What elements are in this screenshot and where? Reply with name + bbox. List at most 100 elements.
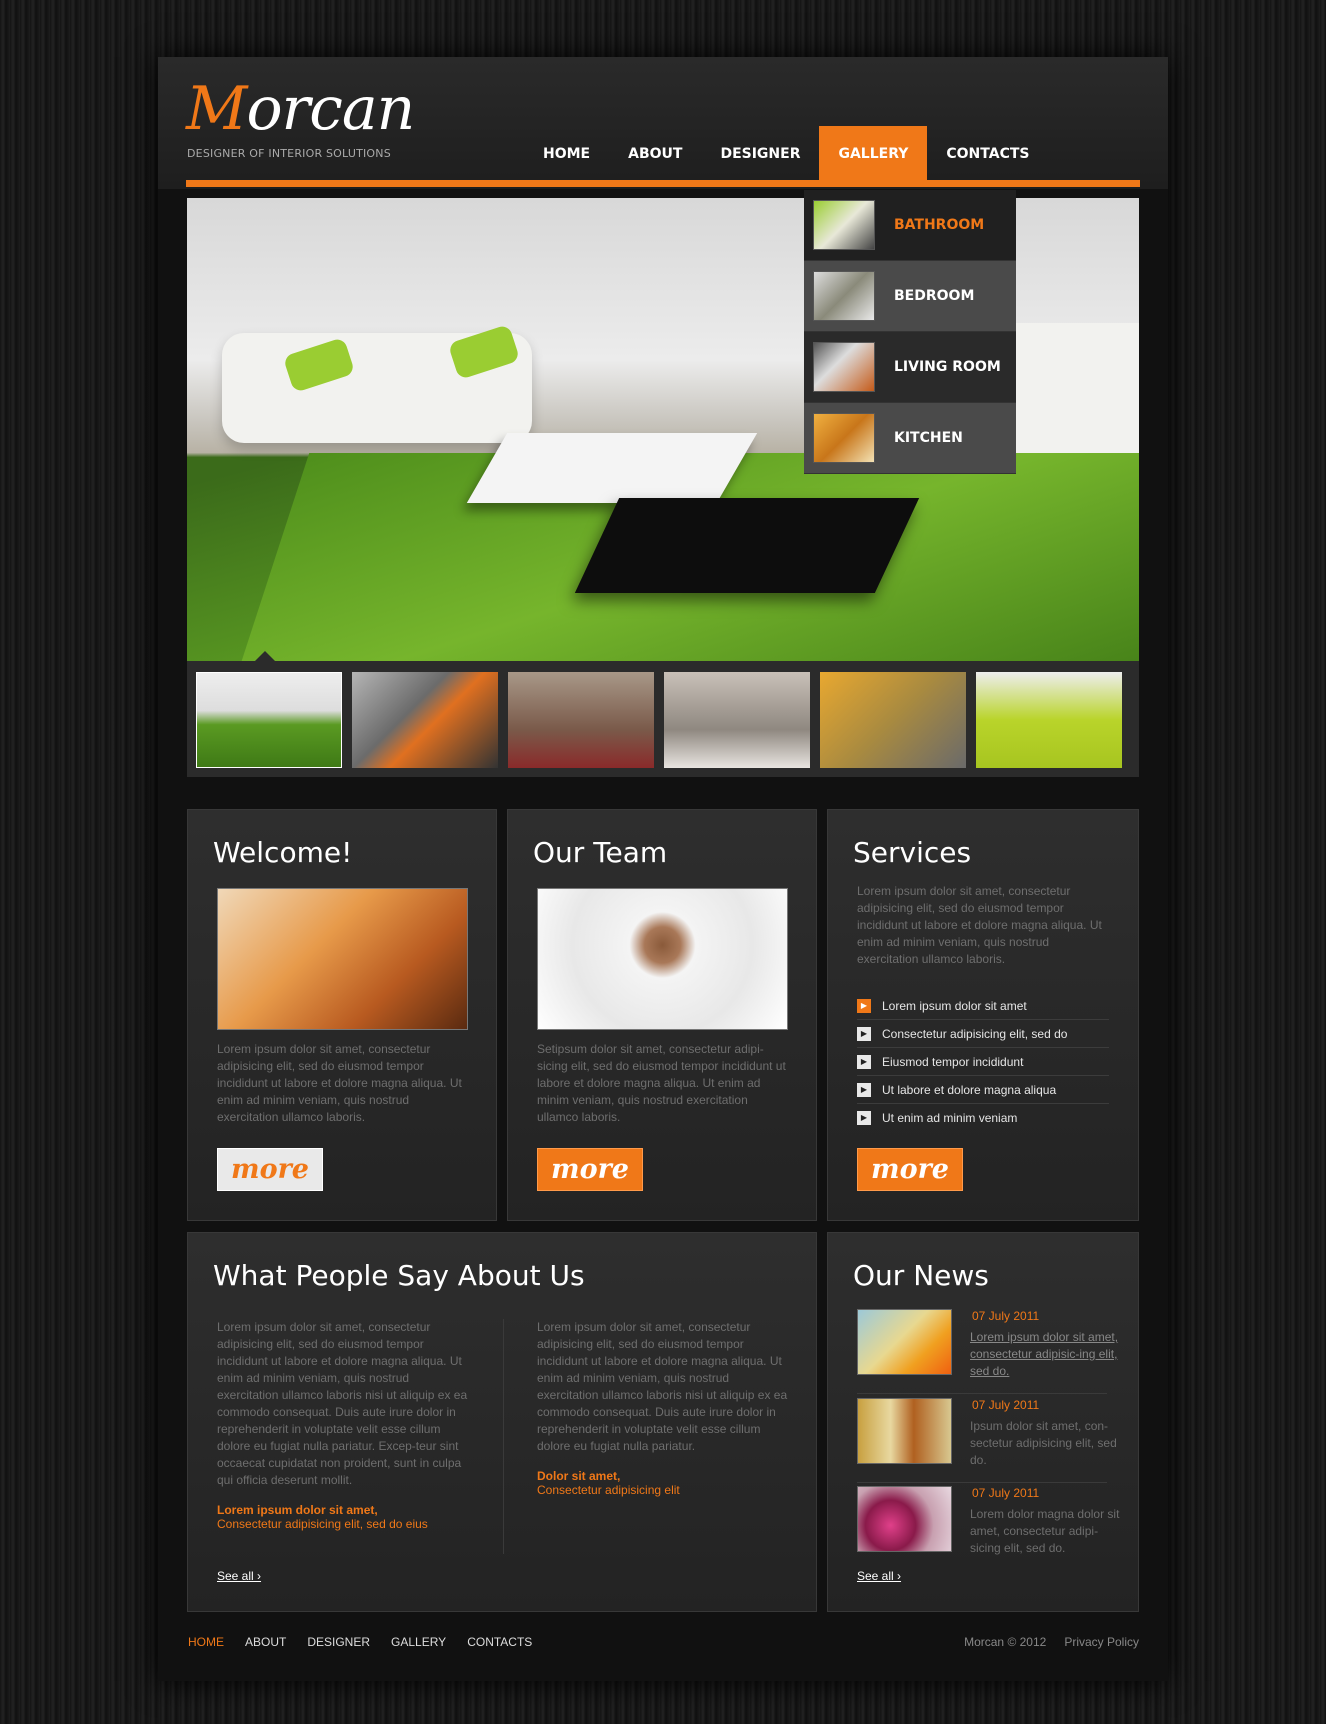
service-item[interactable]: ▶ Consectetur adipisicing elit, sed do [857,1020,1109,1048]
header: Morcan DESIGNER OF INTERIOR SOLUTIONS HO… [158,57,1168,189]
service-item[interactable]: ▶ Eiusmod tempor incididunt [857,1048,1109,1076]
active-thumb-arrow [255,651,275,661]
logo-initial: M [186,74,247,144]
thumbnail[interactable] [664,672,810,768]
service-label: Ut labore et dolore magna aliqua [882,1082,1057,1097]
arrow-right-icon: ▶ [857,1111,871,1125]
dropdown-item-bathroom[interactable]: BATHROOM [804,190,1016,261]
tagline: DESIGNER OF INTERIOR SOLUTIONS [187,147,391,160]
service-item[interactable]: ▶ Ut labore et dolore magna aliqua [857,1076,1109,1104]
thumbnail-strip [187,651,1139,777]
team-photo [537,888,788,1030]
thumbnail[interactable] [820,672,966,768]
welcome-panel: Welcome! Lorem ipsum dolor sit amet, con… [187,809,497,1221]
divider [503,1319,504,1554]
testimonials-see-all-link[interactable]: See all › [217,1569,261,1583]
nav-designer[interactable]: DESIGNER [701,126,819,183]
thumbnail[interactable] [196,672,342,768]
logo-rest: orcan [246,74,415,144]
team-title: Our Team [533,836,668,869]
nav-home[interactable]: HOME [524,126,609,183]
service-item[interactable]: ▶ Ut enim ad minim veniam [857,1104,1109,1132]
news-item[interactable]: 07 July 2011 Lorem ipsum dolor sit amet,… [857,1309,1118,1394]
news-see-all-link[interactable]: See all › [857,1569,901,1583]
news-thumb [857,1398,952,1464]
footer-nav-gallery[interactable]: GALLERY [391,1635,446,1649]
service-label: Ut enim ad minim veniam [882,1111,1018,1125]
welcome-text: Lorem ipsum dolor sit amet, consectetur … [217,1042,462,1124]
news-date: 07 July 2011 [972,1486,1040,1500]
logo[interactable]: Morcan [186,79,415,139]
footer: HOME ABOUT DESIGNER GALLERY CONTACTS Mor… [158,1625,1168,1681]
welcome-photo [217,888,468,1030]
news-thumb [857,1486,952,1552]
services-panel: Services Lorem ipsum dolor sit amet, con… [827,809,1139,1221]
thumbnail[interactable] [508,672,654,768]
services-text: Lorem ipsum dolor sit amet, consectetur … [857,884,1102,966]
nav-contacts[interactable]: CONTACTS [927,126,1048,183]
services-title: Services [853,836,972,869]
testimonials-panel: What People Say About Us Lorem ipsum dol… [187,1232,817,1612]
footer-nav: HOME ABOUT DESIGNER GALLERY CONTACTS [188,1635,532,1649]
nav-gallery[interactable]: GALLERY [819,126,928,183]
services-list: ▶ Lorem ipsum dolor sit amet ▶ Consectetur… [857,992,1109,1132]
dropdown-item-living-room[interactable]: LIVING ROOM [804,332,1016,403]
news-text: Ipsum dolor sit amet, con-sectetur adipi… [970,1419,1117,1467]
service-label: Consectetur adipisicing elit, sed do [882,1026,1068,1041]
dropdown-label: KITCHEN [894,430,963,446]
testimonial-text: Lorem ipsum dolor sit amet, consectetur … [537,1320,788,1453]
black-table [574,498,920,593]
arrow-right-icon: ▶ [857,1082,871,1097]
dropdown-label: BATHROOM [894,217,985,233]
white-table [466,433,758,503]
testimonial-author-sub: Consectetur adipisicing elit, sed do eiu… [217,1517,428,1531]
service-item[interactable]: ▶ Lorem ipsum dolor sit amet [857,992,1109,1020]
news-title: Our News [853,1259,989,1292]
main-nav: HOME ABOUT DESIGNER GALLERY CONTACTS [524,126,1048,183]
testimonial-author: Lorem ipsum dolor sit amet, [217,1503,378,1517]
dropdown-label: LIVING ROOM [894,359,1001,375]
welcome-title: Welcome! [213,836,353,869]
arrow-right-icon: ▶ [857,1054,871,1069]
testimonial-text: Lorem ipsum dolor sit amet, consectetur … [217,1320,468,1487]
dropdown-label: BEDROOM [894,288,975,304]
bathroom-thumb [813,200,875,250]
team-panel: Our Team Setipsum dolor sit amet, consec… [507,809,817,1221]
welcome-more-button[interactable]: more [217,1148,323,1191]
service-label: Lorem ipsum dolor sit amet [882,998,1027,1013]
testimonial-author: Dolor sit amet, [537,1469,621,1483]
arrow-right-icon: ▶ [857,1026,871,1041]
footer-nav-home[interactable]: HOME [188,1635,224,1649]
news-item[interactable]: 07 July 2011 Ipsum dolor sit amet, con-s… [857,1398,1117,1483]
news-date: 07 July 2011 [972,1398,1040,1412]
dropdown-item-kitchen[interactable]: KITCHEN [804,403,1016,474]
news-thumb [857,1309,952,1375]
footer-nav-designer[interactable]: DESIGNER [307,1635,370,1649]
news-item[interactable]: 07 July 2011 Lorem dolor magna dolor sit… [857,1486,1119,1571]
services-more-button[interactable]: more [857,1148,963,1191]
gallery-dropdown: BATHROOM BEDROOM LIVING ROOM KITCHEN [804,190,1016,474]
service-label: Eiusmod tempor incididunt [882,1054,1024,1069]
arrow-right-icon: ▶ [857,998,871,1013]
news-text: Lorem dolor magna dolor sit amet, consec… [970,1507,1120,1555]
thumbnail[interactable] [976,672,1122,768]
thumbnail[interactable] [352,672,498,768]
dropdown-item-bedroom[interactable]: BEDROOM [804,261,1016,332]
testimonial-2: Lorem ipsum dolor sit amet, consectetur … [537,1319,789,1497]
news-text[interactable]: Lorem ipsum dolor sit amet, consectetur … [970,1329,1120,1380]
footer-meta: Morcan © 2012 Privacy Policy [964,1635,1139,1649]
footer-nav-about[interactable]: ABOUT [245,1635,286,1649]
testimonial-1: Lorem ipsum dolor sit amet, consectetur … [217,1319,469,1531]
news-date: 07 July 2011 [972,1309,1040,1323]
team-more-button[interactable]: more [537,1148,643,1191]
nav-about[interactable]: ABOUT [609,126,701,183]
nav-underline [186,180,1140,187]
living-room-thumb [813,342,875,392]
bedroom-thumb [813,271,875,321]
page-container: Morcan DESIGNER OF INTERIOR SOLUTIONS HO… [158,57,1168,1681]
team-text: Setipsum dolor sit amet, consectetur adi… [537,1042,786,1124]
footer-nav-contacts[interactable]: CONTACTS [467,1635,532,1649]
testimonial-author-sub: Consectetur adipisicing elit [537,1483,680,1497]
testimonials-title: What People Say About Us [213,1259,585,1292]
privacy-policy-link[interactable]: Privacy Policy [1064,1635,1139,1649]
